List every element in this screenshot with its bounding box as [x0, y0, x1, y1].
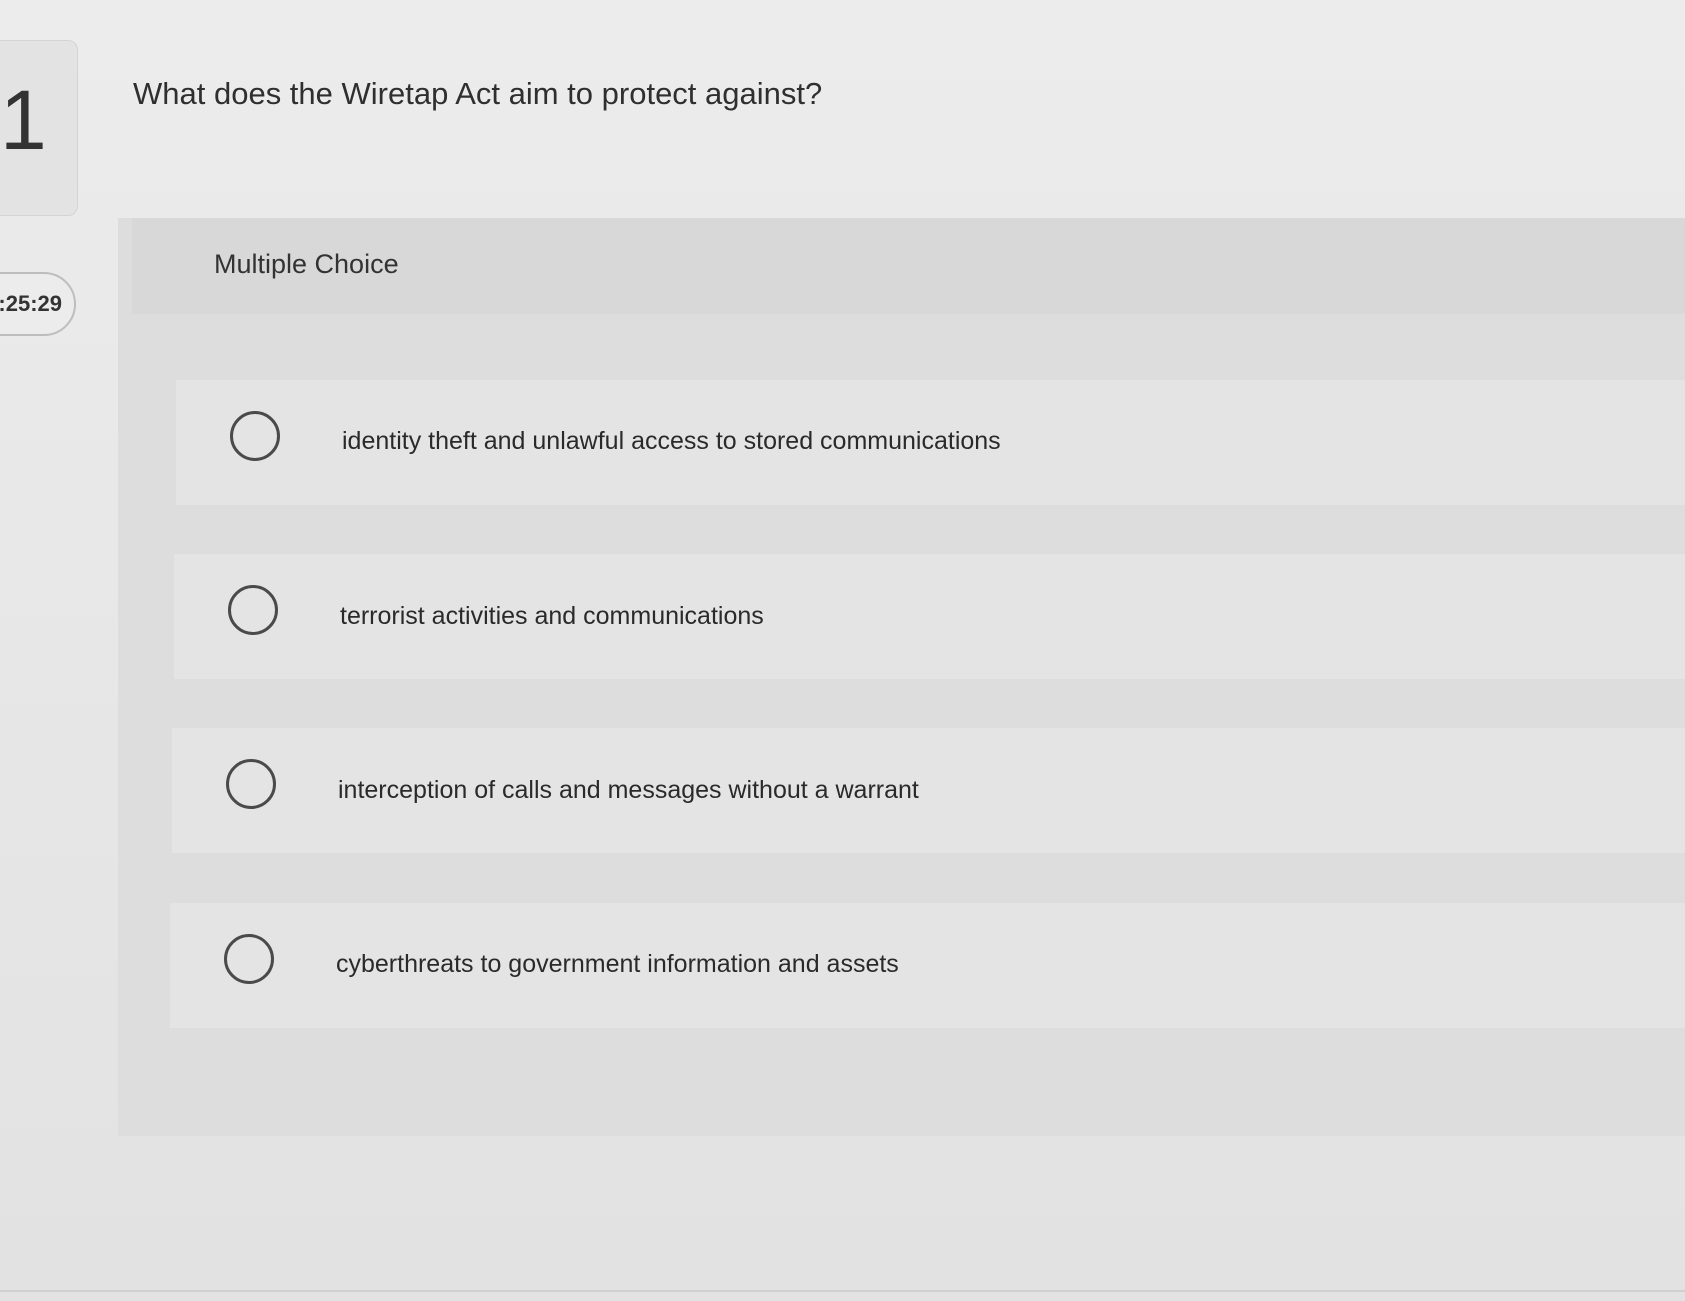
question-number: 1 [0, 73, 47, 167]
answer-option-4[interactable]: cyberthreats to government information a… [170, 903, 1685, 1028]
multiple-choice-label: Multiple Choice [214, 249, 399, 279]
question-text: What does the Wiretap Act aim to protect… [133, 76, 823, 111]
radio-button[interactable] [224, 934, 274, 984]
quiz-page: 1 :25:29 What does the Wiretap Act aim t… [0, 0, 1685, 1301]
answer-option-3[interactable]: interception of calls and messages witho… [172, 728, 1685, 853]
option-label: cyberthreats to government information a… [336, 950, 899, 978]
radio-button[interactable] [226, 759, 276, 809]
option-label: terrorist activities and communications [340, 602, 764, 630]
timer-text: :25:29 [0, 291, 62, 316]
option-label: interception of calls and messages witho… [338, 776, 919, 804]
answer-option-2[interactable]: terrorist activities and communications [174, 554, 1685, 679]
option-label: identity theft and unlawful access to st… [342, 427, 1001, 455]
radio-button[interactable] [230, 411, 280, 461]
radio-button[interactable] [228, 585, 278, 635]
timer-badge: :25:29 [0, 272, 76, 336]
answer-option-1[interactable]: identity theft and unlawful access to st… [176, 380, 1685, 505]
divider [0, 1290, 1685, 1292]
